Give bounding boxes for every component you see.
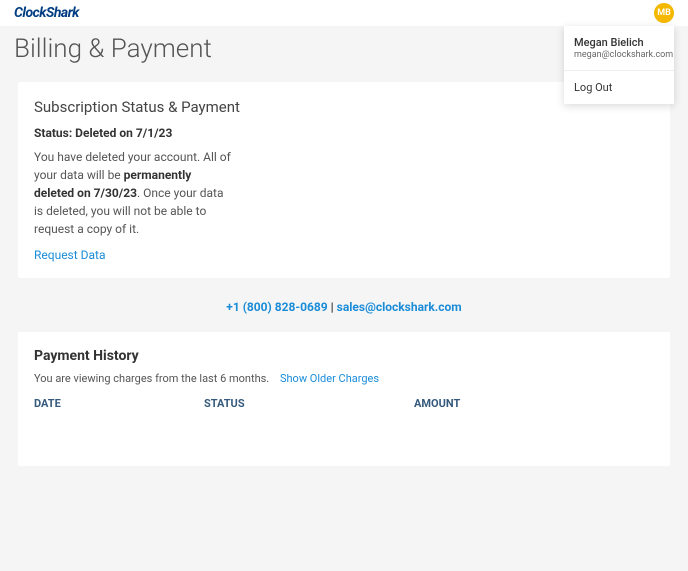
payment-history-card: Payment History You are viewing charges …	[18, 332, 670, 466]
status-label: Status: Deleted on 7/1/23	[34, 126, 654, 140]
app-header: ClockShark MB	[0, 0, 688, 26]
history-title: Payment History	[34, 348, 654, 364]
logout-button[interactable]: Log Out	[564, 71, 674, 104]
logo: ClockShark	[14, 5, 79, 21]
user-info: Megan Bielich megan@clockshark.com	[564, 26, 674, 70]
column-amount: AMOUNT	[414, 397, 654, 410]
column-date: DATE	[34, 397, 204, 410]
subscription-card: Subscription Status & Payment Status: De…	[18, 82, 670, 278]
contact-phone[interactable]: +1 (800) 828-0689	[226, 300, 327, 314]
status-description: You have deleted your account. All of yo…	[34, 148, 234, 238]
contact-email[interactable]: sales@clockshark.com	[337, 300, 462, 314]
user-name: Megan Bielich	[574, 36, 664, 49]
contact-bar: +1 (800) 828-0689 | sales@clockshark.com	[0, 296, 688, 332]
subscription-title: Subscription Status & Payment	[34, 98, 654, 116]
table-header: DATE STATUS AMOUNT	[34, 397, 654, 450]
column-status: STATUS	[204, 397, 414, 410]
user-dropdown: Megan Bielich megan@clockshark.com Log O…	[564, 26, 674, 104]
user-avatar[interactable]: MB	[654, 3, 674, 23]
show-older-link[interactable]: Show Older Charges	[280, 372, 379, 385]
history-subtitle: You are viewing charges from the last 6 …	[34, 372, 654, 385]
user-email: megan@clockshark.com	[574, 50, 664, 60]
request-data-link[interactable]: Request Data	[34, 248, 654, 262]
